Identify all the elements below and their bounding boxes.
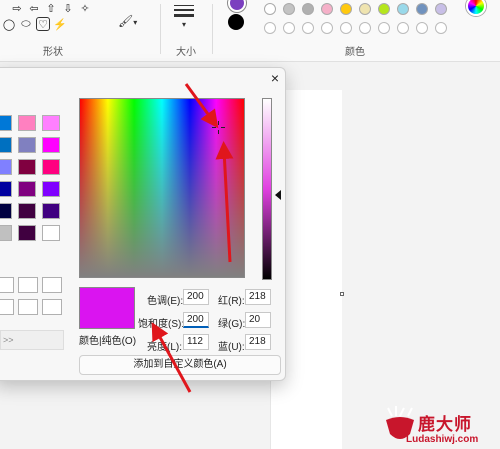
saturation-label: 饱和度(S):: [138, 319, 185, 330]
size-button[interactable]: ▾: [172, 2, 196, 30]
crosshair-icon: [212, 121, 225, 134]
custom-palette-swatch[interactable]: [359, 22, 371, 34]
palette-swatch[interactable]: [264, 3, 276, 15]
custom-palette-swatch[interactable]: [340, 22, 352, 34]
canvas-resize-handle[interactable]: [340, 292, 344, 296]
luminance-slider[interactable]: [262, 98, 272, 280]
green-label: 绿(G):: [218, 319, 246, 330]
basic-color-swatch[interactable]: [18, 159, 36, 175]
basic-color-swatch[interactable]: [0, 203, 12, 219]
basic-color-swatch[interactable]: [18, 137, 36, 153]
custom-palette-swatch[interactable]: [321, 22, 333, 34]
close-icon[interactable]: ×: [268, 70, 282, 86]
fill-bucket-icon: 🖌: [118, 14, 134, 28]
callout-oval-icon[interactable]: ⬭: [19, 17, 33, 31]
palette-swatch[interactable]: [378, 3, 390, 15]
basic-color-swatch[interactable]: [0, 115, 12, 131]
palette-swatch[interactable]: [283, 3, 295, 15]
custom-color-swatch[interactable]: [0, 299, 14, 315]
add-to-custom-colors-button[interactable]: 添加到自定义颜色(A): [79, 355, 281, 375]
basic-color-swatch[interactable]: [42, 225, 60, 241]
up-arrow-icon[interactable]: ⇧: [44, 1, 58, 15]
palette-swatch[interactable]: [435, 3, 447, 15]
basic-color-swatch[interactable]: [18, 181, 36, 197]
line-thickness-icon: [172, 5, 196, 17]
color2-swatch[interactable]: [228, 14, 244, 30]
color-solid-label: 颜色|纯色(O): [79, 336, 137, 347]
hue-input[interactable]: 200: [183, 289, 209, 305]
chevron-down-icon: ▾: [181, 20, 186, 29]
custom-color-swatch[interactable]: [18, 299, 38, 315]
edit-colors-button[interactable]: [466, 0, 486, 16]
blue-input[interactable]: 218: [245, 334, 271, 350]
star-icon[interactable]: ✧: [78, 1, 92, 15]
custom-palette-swatch[interactable]: [283, 22, 295, 34]
custom-color-swatch[interactable]: [42, 277, 62, 293]
watermark-url: Ludashiwj.com: [406, 434, 479, 445]
green-input[interactable]: 20: [245, 312, 271, 328]
palette-swatch[interactable]: [321, 3, 333, 15]
custom-palette-swatch[interactable]: [416, 22, 428, 34]
luminance-pointer-icon[interactable]: [275, 190, 281, 200]
basic-color-swatch[interactable]: [18, 203, 36, 219]
palette-swatch[interactable]: [359, 3, 371, 15]
basic-color-swatch[interactable]: [0, 225, 12, 241]
callout-icon[interactable]: ◯: [2, 17, 16, 31]
size-group-label: 大小: [176, 47, 196, 58]
basic-color-swatch[interactable]: [0, 181, 12, 197]
palette-swatch[interactable]: [302, 3, 314, 15]
custom-color-swatch[interactable]: [18, 277, 38, 293]
shapes-group-label: 形状: [43, 47, 63, 58]
colors-group-label: 颜色: [345, 47, 365, 58]
define-custom-colors-button[interactable]: >>: [0, 330, 64, 350]
custom-palette-swatch[interactable]: [302, 22, 314, 34]
saturation-input[interactable]: 200: [183, 312, 209, 328]
custom-color-swatch[interactable]: [0, 277, 14, 293]
basic-color-swatch[interactable]: [42, 115, 60, 131]
chevron-down-icon: ▾: [133, 18, 138, 27]
palette-swatch[interactable]: [397, 3, 409, 15]
fill-dropdown-button[interactable]: 🖌▾: [118, 14, 142, 32]
hue-label: 色调(E):: [147, 296, 184, 307]
palette-swatch[interactable]: [416, 3, 428, 15]
basic-color-swatch[interactable]: [42, 203, 60, 219]
basic-color-swatch[interactable]: [42, 159, 60, 175]
red-input[interactable]: 218: [245, 289, 271, 305]
basic-color-swatch[interactable]: [18, 225, 36, 241]
custom-palette-swatch[interactable]: [397, 22, 409, 34]
lightning-icon[interactable]: ⚡: [53, 17, 67, 31]
basic-color-swatch[interactable]: [0, 137, 12, 153]
basic-color-swatch[interactable]: [0, 159, 12, 175]
custom-palette-swatch[interactable]: [378, 22, 390, 34]
palette-swatch[interactable]: [340, 3, 352, 15]
custom-color-swatch[interactable]: [42, 299, 62, 315]
custom-palette-swatch[interactable]: [264, 22, 276, 34]
luminance-label: 亮度(L):: [147, 342, 182, 353]
custom-palette-swatch[interactable]: [435, 22, 447, 34]
color-preview: [79, 287, 135, 329]
luminance-input[interactable]: 112: [183, 334, 209, 350]
right-arrow-icon[interactable]: ⇨: [10, 1, 24, 15]
left-arrow-icon[interactable]: ⇦: [27, 1, 41, 15]
basic-color-swatch[interactable]: [42, 181, 60, 197]
down-arrow-icon[interactable]: ⇩: [61, 1, 75, 15]
basic-color-swatch[interactable]: [42, 137, 60, 153]
red-label: 红(R):: [218, 296, 245, 307]
heart-icon[interactable]: ♡: [36, 17, 50, 31]
color1-swatch[interactable]: [228, 0, 246, 12]
blue-label: 蓝(U):: [218, 342, 245, 353]
watermark-title: 鹿大师: [418, 415, 472, 434]
basic-color-swatch[interactable]: [18, 115, 36, 131]
